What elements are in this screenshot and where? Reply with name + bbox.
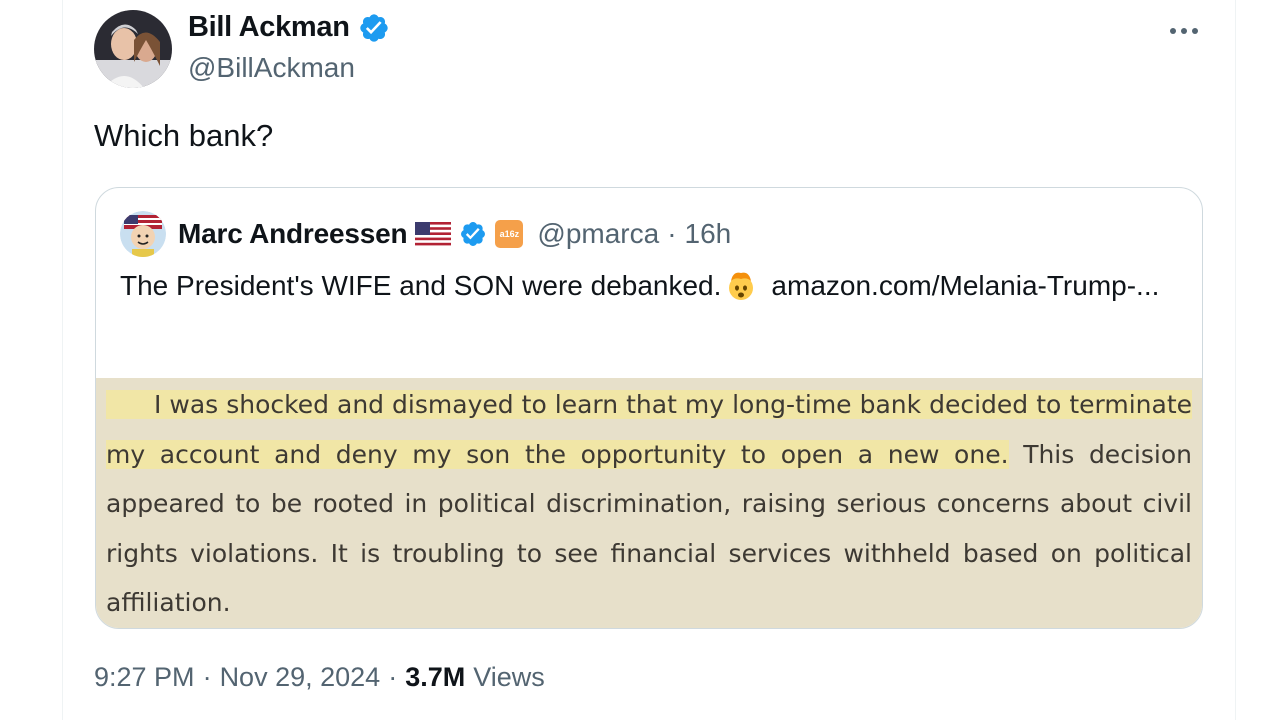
quoted-tweet-link[interactable]: amazon.com/Melania-Trump-... — [771, 270, 1159, 301]
book-excerpt: I was shocked and dismayed to learn that… — [106, 380, 1192, 628]
views-count[interactable]: 3.7M — [405, 662, 465, 693]
quoted-author-name[interactable]: Marc Andreessen — [178, 218, 408, 250]
exploding-head-emoji-icon — [725, 269, 757, 301]
separator-dot: · — [202, 662, 212, 692]
separator-dot: · — [388, 662, 398, 692]
tweet-time[interactable]: 9:27 PM — [94, 662, 195, 693]
more-options-button[interactable] — [1164, 16, 1204, 46]
verified-badge-icon[interactable] — [459, 220, 487, 248]
affiliation-badge[interactable]: a16z — [495, 220, 524, 248]
author-avatar[interactable] — [94, 10, 172, 88]
quoted-author-handle[interactable]: @pmarca — [537, 218, 659, 250]
author-name[interactable]: Bill Ackman — [188, 11, 350, 44]
us-flag-icon — [415, 222, 452, 246]
quoted-tweet-image[interactable]: I was shocked and dismayed to learn that… — [96, 378, 1202, 628]
tweet-date[interactable]: Nov 29, 2024 — [220, 662, 381, 693]
quoted-tweet-age[interactable]: 16h — [685, 218, 732, 250]
quoted-tweet-body: The President's WIFE and SON were debank… — [120, 270, 722, 301]
quoted-tweet-header: Marc Andreessen a16z @pmarca · 16h — [120, 210, 731, 258]
tweet-metadata: 9:27 PM · Nov 29, 2024 · 3.7M Views — [94, 662, 545, 693]
more-horizontal-icon — [1170, 28, 1198, 34]
tweet-text: Which bank? — [94, 118, 274, 153]
author-handle[interactable]: @BillAckman — [188, 52, 355, 84]
quoted-author-avatar[interactable] — [120, 211, 166, 257]
quoted-tweet-text: The President's WIFE and SON were debank… — [120, 266, 1180, 305]
verified-badge-icon[interactable] — [358, 12, 390, 44]
views-label: Views — [473, 662, 545, 692]
separator-dot: · — [667, 218, 677, 249]
quoted-tweet-card[interactable]: Marc Andreessen a16z @pmarca · 16h The P… — [95, 187, 1203, 629]
